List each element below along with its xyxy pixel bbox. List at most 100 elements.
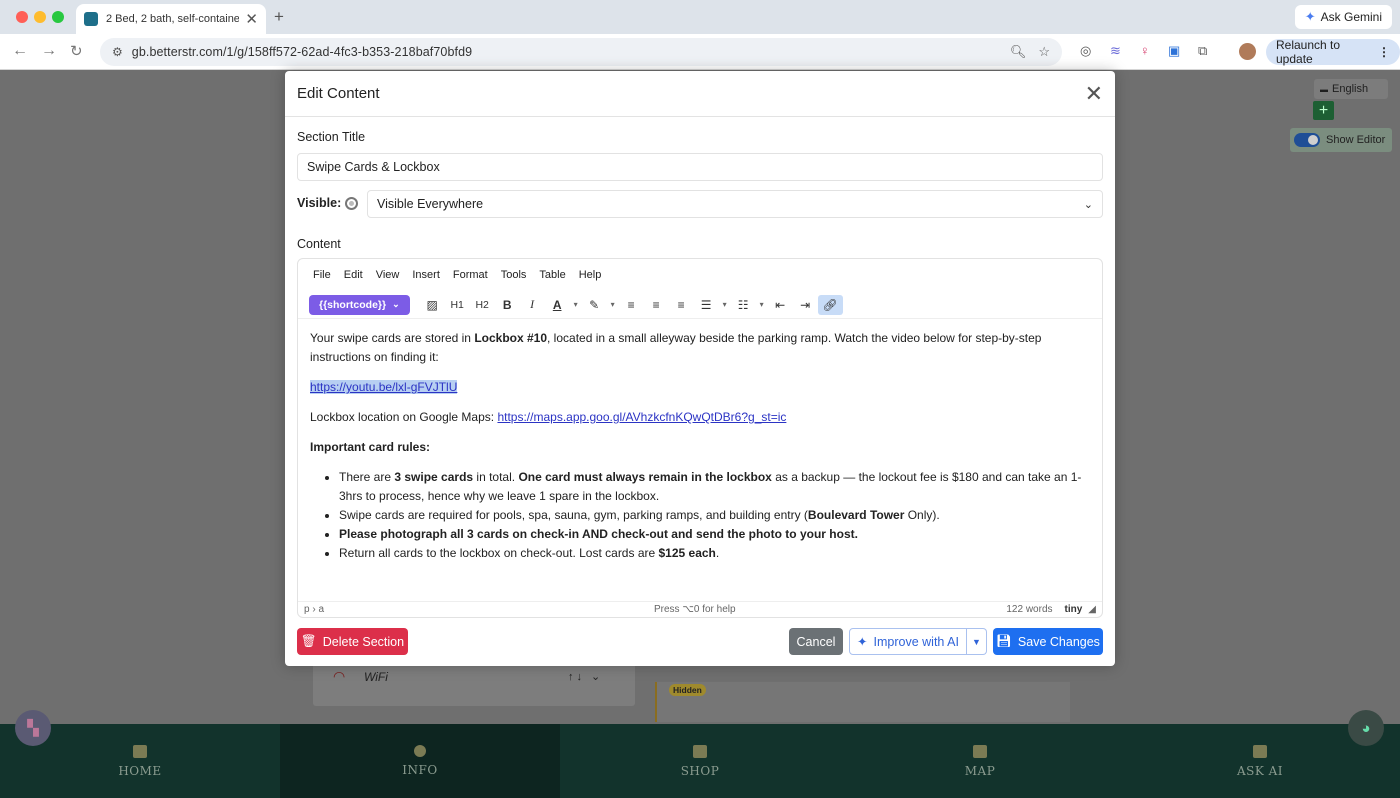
extensions-puzzle-icon[interactable]: ⧉ bbox=[1198, 43, 1207, 59]
map-icon bbox=[973, 744, 987, 758]
wifi-section-card[interactable] bbox=[313, 660, 635, 706]
menu-format[interactable]: Format bbox=[453, 269, 488, 281]
info-circle-icon[interactable] bbox=[345, 196, 359, 210]
visibility-select[interactable]: Visible Everywhere ⌄ bbox=[367, 190, 1103, 218]
menu-help[interactable]: Help bbox=[579, 269, 602, 281]
heading2-button[interactable]: H2 bbox=[470, 295, 495, 315]
word-count[interactable]: 122 words bbox=[1006, 604, 1052, 615]
nav-info[interactable]: INFO bbox=[280, 724, 560, 798]
browser-tab[interactable]: 2 Bed, 2 bath, self-contained ✕ bbox=[76, 4, 266, 34]
intro-text: Your swipe cards are stored in bbox=[310, 331, 475, 345]
minimize-window-button[interactable] bbox=[34, 11, 46, 23]
chevron-down-icon[interactable]: ▾ bbox=[570, 295, 582, 315]
relaunch-button[interactable]: Relaunch to update ⋮ bbox=[1266, 38, 1400, 66]
rule-text: Swipe cards are required for pools, spa,… bbox=[339, 508, 808, 522]
rule-text: in total. bbox=[473, 470, 519, 484]
toggle-switch[interactable] bbox=[1294, 133, 1320, 147]
ask-gemini-button[interactable]: ✦ Ask Gemini bbox=[1294, 5, 1392, 29]
new-tab-button[interactable]: + bbox=[274, 7, 284, 27]
delete-label: Delete Section bbox=[322, 634, 405, 649]
tab-close-icon[interactable]: ✕ bbox=[245, 12, 258, 27]
maximize-window-button[interactable] bbox=[52, 11, 64, 23]
maps-link[interactable]: https://maps.app.goo.gl/AVhzkcfnKQwQtDBr… bbox=[497, 410, 786, 424]
improve-options-button[interactable]: ▼ bbox=[967, 628, 987, 655]
tiny-logo[interactable]: tiny bbox=[1065, 604, 1083, 615]
close-window-button[interactable] bbox=[16, 11, 28, 23]
align-left-icon[interactable]: ≡ bbox=[619, 295, 644, 315]
site-settings-icon[interactable]: ⚙ bbox=[112, 45, 123, 59]
menu-file[interactable]: File bbox=[313, 269, 331, 281]
improve-with-ai-button[interactable]: ✦ Improve with AI bbox=[849, 628, 967, 655]
show-editor-label: Show Editor bbox=[1326, 134, 1386, 146]
element-path[interactable]: p › a bbox=[304, 604, 654, 615]
bullet-list-icon[interactable]: ☰ bbox=[694, 295, 719, 315]
browser-menu-icon[interactable]: ⋮ bbox=[1378, 45, 1390, 59]
section-title-label: Section Title bbox=[297, 130, 366, 144]
delete-section-button[interactable]: 🗑︎ Delete Section bbox=[297, 628, 408, 655]
home-icon bbox=[133, 744, 147, 758]
profile-avatar[interactable] bbox=[1239, 43, 1256, 60]
caret-down-icon: ▼ bbox=[972, 636, 981, 647]
video-link[interactable]: https://youtu.be/lxl-gFVJTlU bbox=[310, 380, 458, 394]
save-changes-button[interactable]: 💾︎ Save Changes bbox=[993, 628, 1103, 655]
rules-heading-paragraph: Important card rules: bbox=[310, 438, 1090, 457]
card-reorder-controls[interactable]: ↑↓ ⌄ bbox=[568, 670, 603, 683]
rule-bold: One card must always remain in the lockb… bbox=[518, 470, 772, 484]
content-label: Content bbox=[297, 237, 341, 251]
align-center-icon[interactable]: ≡ bbox=[644, 295, 669, 315]
chevron-down-icon[interactable]: ▾ bbox=[756, 295, 768, 315]
show-editor-toggle[interactable]: Show Editor bbox=[1290, 128, 1392, 152]
section-title-input[interactable]: Swipe Cards & Lockbox bbox=[297, 153, 1103, 181]
heading1-button[interactable]: H1 bbox=[445, 295, 470, 315]
editor-menubar: File Edit View Insert Format Tools Table… bbox=[298, 259, 1102, 291]
rule-text: . bbox=[715, 546, 720, 560]
zoom-icon[interactable]: 🔍︎ bbox=[1010, 44, 1027, 60]
shortcode-dropdown-button[interactable]: {{shortcode}} ⌄ bbox=[309, 294, 410, 315]
editor-content-area[interactable]: Your swipe cards are stored in Lockbox #… bbox=[298, 319, 1102, 563]
rules-list: There are 3 swipe cards in total. One ca… bbox=[339, 468, 1090, 563]
editor-statusbar: p › a Press ⌥0 for help 122 words tiny ◢ bbox=[298, 601, 1102, 617]
cancel-button[interactable]: Cancel bbox=[789, 628, 843, 655]
chevron-down-icon[interactable]: ▾ bbox=[719, 295, 731, 315]
text-color-button[interactable]: A bbox=[545, 295, 570, 315]
list-item: Swipe cards are required for pools, spa,… bbox=[339, 506, 1090, 525]
outdent-icon[interactable]: ⇤ bbox=[768, 295, 793, 315]
chevron-down-icon[interactable]: ▾ bbox=[607, 295, 619, 315]
reload-icon[interactable]: ↻ bbox=[70, 42, 83, 60]
accessibility-fab-button[interactable]: ▚ bbox=[15, 710, 51, 746]
menu-insert[interactable]: Insert bbox=[412, 269, 440, 281]
flag-icon: ▬ bbox=[1320, 84, 1328, 94]
extension-circle-icon[interactable]: ◎ bbox=[1080, 43, 1091, 59]
link-icon[interactable]: 🔗︎ bbox=[817, 294, 843, 315]
menu-tools[interactable]: Tools bbox=[501, 269, 527, 281]
indent-icon[interactable]: ⇥ bbox=[793, 295, 818, 315]
back-arrow-icon[interactable]: ← bbox=[12, 42, 28, 60]
close-icon[interactable]: ✕ bbox=[1085, 82, 1103, 105]
numbered-list-icon[interactable]: ☷ bbox=[731, 295, 756, 315]
extension-cast-icon[interactable]: ≋ bbox=[1110, 43, 1121, 59]
italic-button[interactable]: I bbox=[520, 295, 545, 315]
forward-arrow-icon[interactable]: → bbox=[41, 42, 57, 60]
align-right-icon[interactable]: ≡ bbox=[669, 295, 694, 315]
hidden-section-card[interactable] bbox=[655, 682, 1070, 722]
extension-square-icon[interactable]: ▣ bbox=[1168, 43, 1180, 59]
extension-pin-icon[interactable]: ♀ bbox=[1140, 43, 1150, 58]
relaunch-label: Relaunch to update bbox=[1276, 38, 1341, 66]
menu-edit[interactable]: Edit bbox=[344, 269, 363, 281]
add-section-button[interactable]: + bbox=[1313, 101, 1334, 120]
highlight-color-icon[interactable]: ✎ bbox=[582, 295, 607, 315]
menu-table[interactable]: Table bbox=[539, 269, 565, 281]
save-label: Save Changes bbox=[1017, 634, 1100, 649]
url-input[interactable]: ⚙ gb.betterstr.com/1/g/158ff572-62ad-4fc… bbox=[100, 38, 1062, 66]
nav-shop[interactable]: SHOP bbox=[560, 724, 840, 798]
menu-view[interactable]: View bbox=[376, 269, 400, 281]
image-icon[interactable]: ▨ bbox=[420, 295, 445, 315]
resize-handle-icon[interactable]: ◢ bbox=[1088, 604, 1096, 615]
language-selector[interactable]: ▬ English bbox=[1314, 79, 1388, 99]
palette-fab-button[interactable]: ◕ bbox=[1348, 710, 1384, 746]
bookmark-star-icon[interactable]: ☆ bbox=[1038, 44, 1050, 60]
nav-map[interactable]: MAP bbox=[840, 724, 1120, 798]
bold-button[interactable]: B bbox=[495, 295, 520, 315]
rich-text-editor[interactable]: File Edit View Insert Format Tools Table… bbox=[297, 258, 1103, 618]
trash-icon: 🗑︎ bbox=[300, 634, 317, 648]
